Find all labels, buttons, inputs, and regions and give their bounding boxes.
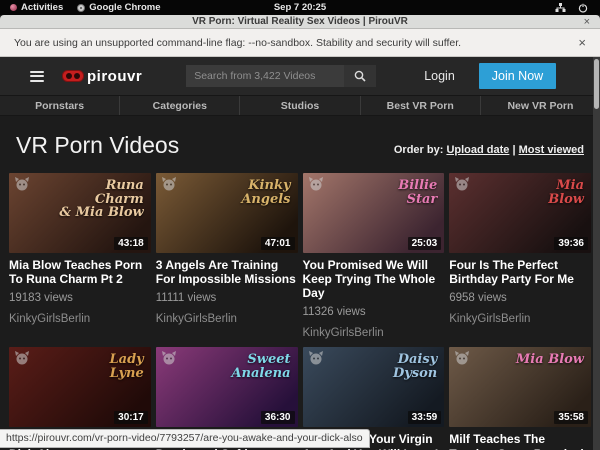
video-views: 19183 views: [9, 292, 151, 304]
video-duration-badge: 35:58: [554, 411, 588, 424]
site-logo[interactable]: pirouvr: [62, 68, 142, 85]
search-bar: [186, 65, 376, 87]
video-duration-badge: 39:36: [554, 237, 588, 250]
video-thumbnail[interactable]: Sweet Analena 36:30: [156, 347, 298, 427]
clock[interactable]: Sep 7 20:25: [0, 2, 600, 13]
thumbnail-overlay-text: Runa Charm & Mia Blow: [59, 179, 143, 220]
video-title[interactable]: Mia Blow Teaches Porn To Runa Charm Pt 2: [9, 258, 151, 286]
menu-item-studios[interactable]: Studios: [240, 96, 360, 115]
page-title: VR Porn Videos: [16, 132, 179, 159]
video-duration-badge: 30:17: [114, 411, 148, 424]
login-link[interactable]: Login: [424, 69, 455, 83]
video-card[interactable]: Mia Blow 39:36 Four Is The Perfect Birth…: [449, 173, 591, 339]
studio-cat-logo-watermark: [14, 177, 30, 191]
page-header: VR Porn Videos Order by: Upload date | M…: [0, 116, 600, 173]
warning-close-button[interactable]: ×: [578, 35, 586, 50]
video-thumbnail[interactable]: Daisy Dyson 33:59: [303, 347, 445, 427]
video-title[interactable]: Milf Teaches The Teacher Some Practical …: [449, 432, 591, 450]
video-views: 11111 views: [156, 292, 298, 304]
studio-cat-logo-watermark: [161, 351, 177, 365]
order-most-viewed-link[interactable]: Most viewed: [519, 144, 584, 156]
warning-text: You are using an unsupported command-lin…: [14, 37, 461, 49]
studio-cat-logo-watermark: [161, 177, 177, 191]
studio-cat-logo-watermark: [454, 351, 470, 365]
hamburger-menu-icon[interactable]: [30, 71, 44, 82]
thumbnail-overlay-text: Mia Blow: [548, 179, 584, 206]
main-menu: Pornstars Categories Studios Best VR Por…: [0, 95, 600, 116]
video-thumbnail[interactable]: Mia Blow 39:36: [449, 173, 591, 253]
power-icon[interactable]: [578, 3, 588, 13]
video-thumbnail[interactable]: Kinky Angels 47:01: [156, 173, 298, 253]
video-thumbnail[interactable]: Runa Charm & Mia Blow 43:18: [9, 173, 151, 253]
video-thumbnail[interactable]: Mia Blow 35:58: [449, 347, 591, 427]
search-icon: [354, 70, 366, 82]
scrollbar[interactable]: [593, 57, 600, 450]
menu-item-new-vr-porn[interactable]: New VR Porn: [481, 96, 600, 115]
video-card[interactable]: Runa Charm & Mia Blow 43:18 Mia Blow Tea…: [9, 173, 151, 339]
tab-title: VR Porn: Virtual Reality Sex Videos | Pi…: [192, 16, 408, 27]
chrome-warning-bar: You are using an unsupported command-lin…: [0, 29, 600, 57]
menu-item-best-vr-porn[interactable]: Best VR Porn: [361, 96, 481, 115]
video-studio-link[interactable]: KinkyGirlsBerlin: [303, 327, 445, 339]
video-duration-badge: 25:03: [408, 237, 442, 250]
video-card[interactable]: Billie Star 25:03 You Promised We Will K…: [303, 173, 445, 339]
video-card[interactable]: Kinky Angels 47:01 3 Angels Are Training…: [156, 173, 298, 339]
page-viewport: pirouvr Login Join Now Pornstars Categor…: [0, 57, 600, 450]
video-duration-badge: 43:18: [114, 237, 148, 250]
status-bar-url: https://pirouvr.com/vr-porn-video/779325…: [0, 429, 370, 448]
video-title[interactable]: 3 Angels Are Training For Impossible Mis…: [156, 258, 298, 286]
video-title[interactable]: You Promised We Will Keep Trying The Who…: [303, 258, 445, 300]
search-button[interactable]: [344, 65, 376, 87]
order-upload-date-link[interactable]: Upload date: [446, 144, 509, 156]
menu-item-pornstars[interactable]: Pornstars: [0, 96, 120, 115]
thumbnail-overlay-text: Daisy Dyson: [393, 353, 437, 380]
thumbnail-overlay-text: Lady Lyne: [110, 353, 144, 380]
menu-item-categories[interactable]: Categories: [120, 96, 240, 115]
studio-cat-logo-watermark: [308, 351, 324, 365]
scrollbar-thumb[interactable]: [594, 59, 599, 109]
search-input[interactable]: [186, 65, 344, 87]
order-by-label: Order by:: [394, 144, 444, 156]
vr-headset-icon: [62, 70, 84, 82]
video-thumbnail[interactable]: Billie Star 25:03: [303, 173, 445, 253]
order-by: Order by: Upload date | Most viewed: [394, 144, 584, 159]
thumbnail-overlay-text: Mia Blow: [516, 353, 584, 367]
video-duration-badge: 36:30: [261, 411, 295, 424]
video-thumbnail[interactable]: Lady Lyne 30:17: [9, 347, 151, 427]
thumbnail-overlay-text: Sweet Analena: [231, 353, 290, 380]
system-top-bar: Activities Google Chrome Sep 7 20:25: [0, 0, 600, 15]
order-separator: |: [512, 144, 515, 156]
browser-title-bar: VR Porn: Virtual Reality Sex Videos | Pi…: [0, 15, 600, 29]
video-studio-link[interactable]: KinkyGirlsBerlin: [156, 313, 298, 325]
video-views: 6958 views: [449, 292, 591, 304]
screen: Activities Google Chrome Sep 7 20:25 V: [0, 0, 600, 450]
site-navbar: pirouvr Login Join Now: [0, 57, 600, 95]
logo-text: pirouvr: [87, 68, 142, 85]
video-studio-link[interactable]: KinkyGirlsBerlin: [449, 313, 591, 325]
studio-cat-logo-watermark: [454, 177, 470, 191]
studio-cat-logo-watermark: [14, 351, 30, 365]
thumbnail-overlay-text: Billie Star: [398, 179, 437, 206]
video-views: 11326 views: [303, 306, 445, 318]
video-card[interactable]: Mia Blow 35:58 Milf Teaches The Teacher …: [449, 347, 591, 450]
video-title[interactable]: Four Is The Perfect Birthday Party For M…: [449, 258, 591, 286]
studio-cat-logo-watermark: [308, 177, 324, 191]
window-close-button[interactable]: ×: [584, 15, 590, 29]
video-duration-badge: 33:59: [408, 411, 442, 424]
thumbnail-overlay-text: Kinky Angels: [241, 179, 290, 206]
video-studio-link[interactable]: KinkyGirlsBerlin: [9, 313, 151, 325]
video-duration-badge: 47:01: [261, 237, 295, 250]
video-grid: Runa Charm & Mia Blow 43:18 Mia Blow Tea…: [0, 173, 600, 450]
join-now-button[interactable]: Join Now: [479, 63, 556, 89]
network-icon[interactable]: [555, 3, 566, 13]
